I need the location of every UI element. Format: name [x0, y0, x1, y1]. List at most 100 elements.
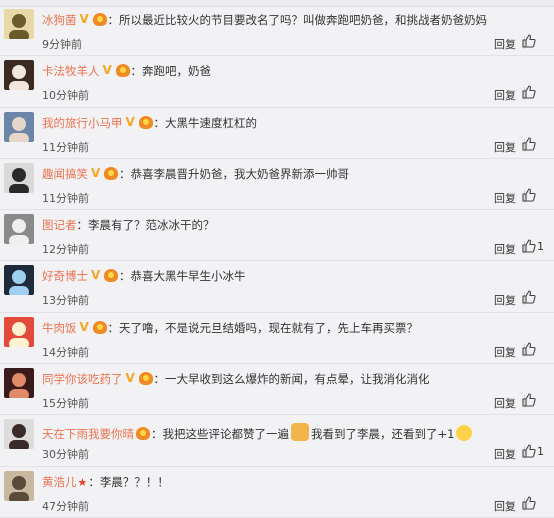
avatar[interactable] — [4, 470, 34, 501]
avatar[interactable] — [4, 316, 34, 347]
comment-line: 天在下雨我要你晴 ：我把这些评论都赞了一遍 我看到了李晨，还看到了+1 — [42, 423, 548, 442]
reply-button[interactable]: 回复 — [494, 344, 516, 360]
username-link[interactable]: 趣闻搞笑 — [42, 167, 88, 181]
like-button[interactable] — [522, 136, 552, 154]
verified-v-icon — [80, 13, 90, 27]
colon-separator: ： — [130, 64, 143, 79]
reply-button[interactable]: 回复 — [494, 139, 516, 155]
comment-row: 冰狗菌 ：所以最近比较火的节目要改名了吗？叫做奔跑吧奶爸，和挑战者奶爸奶妈 9分钟前… — [0, 5, 554, 57]
colon-separator: ： — [119, 166, 131, 181]
like-button[interactable] — [522, 187, 552, 205]
avatar[interactable] — [4, 265, 34, 296]
medal-icon — [138, 115, 153, 129]
smile-emoji-icon — [456, 425, 473, 442]
reply-button[interactable]: 回复 — [494, 87, 516, 103]
comment-time: 15分钟前 — [42, 397, 89, 411]
reply-button[interactable]: 回复 — [494, 446, 516, 462]
username-link[interactable]: 黄浩儿 — [42, 475, 77, 489]
comment-row: 同学你该吃药了 ：一大早收到这么爆炸的新闻，有点晕，让我消化消化 15分钟前 回复 — [0, 364, 554, 416]
comment-line: 黄浩儿★：李晨？？！！ — [42, 475, 548, 490]
username-link[interactable]: 冰狗菌 — [42, 13, 77, 27]
username-link[interactable]: 好奇博士 — [42, 269, 88, 283]
comment-row: 图记者：李晨有了？范冰冰干的？ 12分钟前 回复 1 — [0, 210, 554, 262]
avatar[interactable] — [4, 214, 34, 245]
avatar[interactable] — [4, 419, 34, 450]
comment-line: 卡法牧羊人 ：奔跑吧，奶爸 — [42, 64, 548, 79]
like-button[interactable]: 1 — [522, 443, 552, 461]
avatar[interactable] — [4, 111, 34, 142]
comment-line: 同学你该吃药了 ：一大早收到这么爆炸的新闻，有点晕，让我消化消化 — [42, 372, 548, 387]
reply-button[interactable]: 回复 — [494, 498, 516, 514]
avatar[interactable] — [4, 162, 34, 193]
comment-text: 所以最近比较火的节目要改名了吗？叫做奔跑吧奶爸，和挑战者奶爸奶妈 — [119, 13, 487, 27]
medal-icon — [104, 166, 118, 180]
colon-separator: ： — [153, 372, 166, 387]
thumbs-up-icon — [522, 393, 536, 407]
thumbs-up-icon — [522, 85, 536, 99]
reply-button[interactable]: 回复 — [494, 292, 516, 308]
comment-text: 我把这些评论都赞了一遍 — [162, 427, 290, 442]
username-link[interactable]: 牛肉饭 — [42, 321, 77, 335]
like-button[interactable]: 1 — [522, 238, 552, 256]
reply-button[interactable]: 回复 — [494, 190, 516, 206]
comment-line: 冰狗菌 ：所以最近比较火的节目要改名了吗？叫做奔跑吧奶爸，和挑战者奶爸奶妈 — [42, 13, 548, 28]
comment-row: 好奇博士 ：恭喜大黑牛早生小冰牛 13分钟前 回复 — [0, 261, 554, 313]
medal-icon — [136, 427, 150, 441]
comment-time: 12分钟前 — [42, 243, 89, 257]
comment-text: 奔跑吧，奶爸 — [142, 64, 211, 79]
username-link[interactable]: 我的旅行小马甲 — [42, 116, 123, 130]
reply-button[interactable]: 回复 — [494, 36, 516, 52]
comment-text: 天了噜，不是说元旦结婚吗，现在就有了，先上车再买票？ — [119, 320, 418, 335]
username-link[interactable]: 图记者 — [42, 218, 77, 232]
verified-v-icon — [126, 372, 136, 386]
comment-time: 11分钟前 — [42, 140, 89, 154]
comment-text: 李晨？？！！ — [99, 474, 169, 489]
like-button[interactable] — [522, 495, 552, 513]
like-button[interactable] — [522, 84, 552, 102]
comment-text: 恭喜李晨晋升奶爸，我大奶爸界新添一帅哥 — [130, 166, 350, 181]
username-link[interactable]: 同学你该吃药了 — [42, 372, 123, 386]
username-link[interactable]: 天在下雨我要你晴 — [42, 427, 134, 441]
thumbs-up-icon — [522, 496, 536, 510]
like-button[interactable] — [522, 341, 552, 359]
thumbs-up-icon — [522, 188, 536, 202]
avatar[interactable] — [4, 60, 34, 91]
like-button[interactable] — [522, 289, 552, 307]
thumbs-up-icon — [522, 137, 536, 151]
like-button[interactable] — [522, 392, 552, 410]
colon-separator: ： — [88, 474, 100, 489]
thumbs-up-icon — [522, 239, 536, 253]
like-button[interactable] — [522, 33, 552, 51]
verified-v-icon — [80, 321, 90, 335]
verified-v-icon — [91, 269, 101, 283]
comment-line: 趣闻搞笑 ：恭喜李晨晋升奶爸，我大奶爸界新添一帅哥 — [42, 166, 548, 182]
comment-row: 黄浩儿★：李晨？？！！ 47分钟前 回复 — [0, 467, 554, 518]
comment-text: 李晨有了？范冰冰干的？ — [88, 218, 215, 233]
colon-separator: ： — [76, 218, 89, 233]
avatar[interactable] — [4, 9, 34, 39]
medal-icon — [104, 269, 118, 283]
username-link[interactable]: 卡法牧羊人 — [42, 64, 100, 78]
comment-row: 趣闻搞笑 ：恭喜李晨晋升奶爸，我大奶爸界新添一帅哥 11分钟前 回复 — [0, 159, 554, 211]
comment-row: 天在下雨我要你晴 ：我把这些评论都赞了一遍 我看到了李晨，还看到了+1 30分钟前 回复… — [0, 415, 554, 467]
comment-time: 47分钟前 — [42, 499, 89, 513]
comment-row: 牛肉饭 ：天了噜，不是说元旦结婚吗，现在就有了，先上车再买票？ 14分钟前 回复 — [0, 313, 554, 365]
thumbs-up-icon — [522, 342, 536, 356]
thumbs-up-icon — [522, 444, 536, 458]
comment-line: 好奇博士 ：恭喜大黑牛早生小冰牛 — [42, 269, 548, 284]
reply-button[interactable]: 回复 — [494, 395, 516, 411]
avatar[interactable] — [4, 368, 34, 399]
medal-icon — [92, 320, 107, 334]
medal-icon — [115, 64, 130, 78]
comment-time: 30分钟前 — [42, 448, 89, 462]
comment-row: 我的旅行小马甲 ：大黑牛速度杠杠的 11分钟前 回复 — [0, 108, 554, 159]
colon-separator: ： — [119, 269, 131, 284]
colon-separator: ： — [107, 320, 120, 335]
cat-emoji-icon — [291, 423, 309, 442]
thumbs-up-icon — [522, 34, 536, 48]
comment-row: 卡法牧羊人 ：奔跑吧，奶爸 10分钟前 回复 — [0, 56, 554, 108]
comment-time: 11分钟前 — [42, 191, 89, 205]
comment-time: 9分钟前 — [42, 38, 82, 51]
reply-button[interactable]: 回复 — [494, 241, 516, 257]
like-count: 1 — [537, 445, 544, 459]
